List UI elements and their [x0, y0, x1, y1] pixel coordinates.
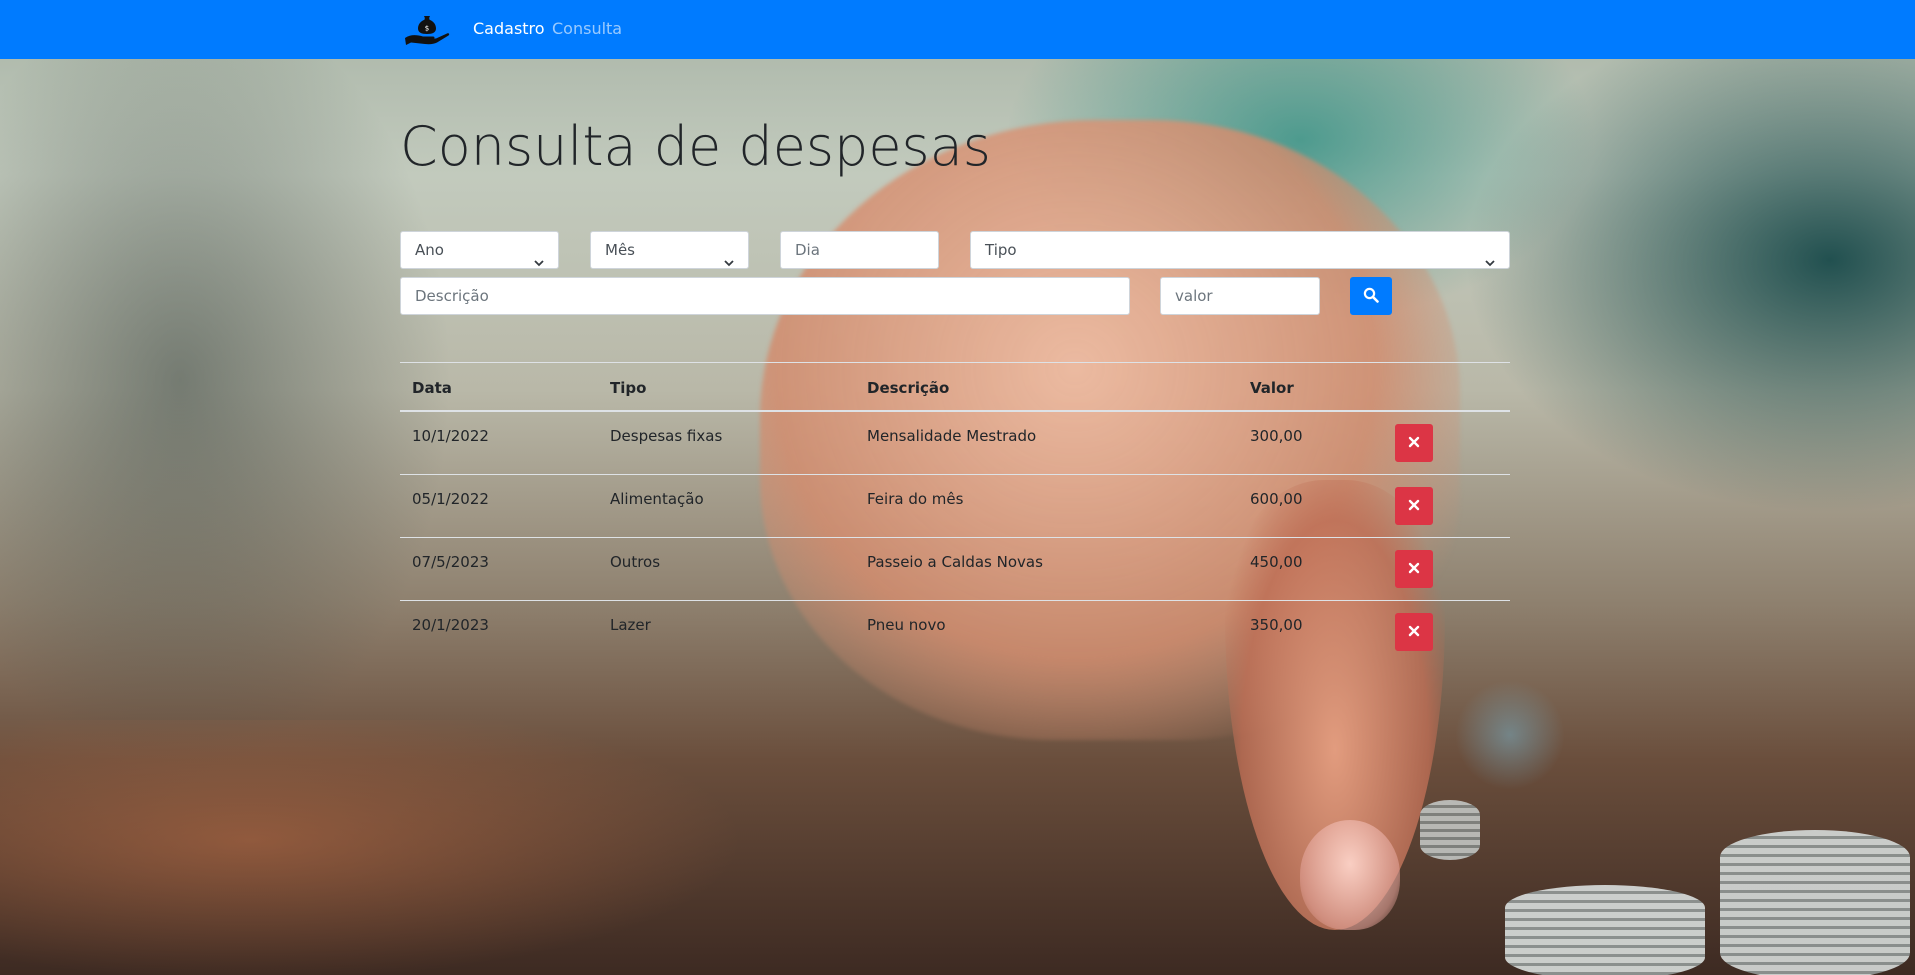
table-header: Data Tipo Descrição Valor	[400, 362, 1510, 412]
cell-descricao: Mensalidade Mestrado	[867, 427, 1037, 445]
tipo-select-value: Tipo	[985, 241, 1017, 259]
cell-valor: 600,00	[1250, 490, 1303, 508]
close-icon	[1408, 436, 1420, 451]
cell-tipo: Alimentação	[610, 490, 704, 508]
close-icon	[1408, 499, 1420, 514]
chevron-down-icon	[724, 245, 734, 267]
mes-select[interactable]: Mês	[590, 231, 749, 269]
ano-select-value: Ano	[415, 241, 444, 259]
delete-button[interactable]	[1395, 550, 1433, 588]
delete-button[interactable]	[1395, 613, 1433, 651]
table-row: 20/1/2023 Lazer Pneu novo 350,00	[400, 601, 1510, 664]
cell-tipo: Despesas fixas	[610, 427, 723, 445]
table-row: 07/5/2023 Outros Passeio a Caldas Novas …	[400, 538, 1510, 601]
search-button[interactable]	[1350, 277, 1392, 315]
close-icon	[1408, 562, 1420, 577]
table-row: 05/1/2022 Alimentação Feira do mês 600,0…	[400, 475, 1510, 538]
search-icon	[1363, 287, 1379, 306]
descricao-input[interactable]	[400, 277, 1130, 315]
header-descricao: Descrição	[867, 379, 950, 397]
table-row: 10/1/2022 Despesas fixas Mensalidade Mes…	[400, 412, 1510, 475]
nav-link-cadastro[interactable]: Cadastro	[473, 19, 545, 39]
background-coin-stack	[1720, 830, 1910, 975]
navbar: $ Cadastro Consulta	[0, 0, 1915, 59]
cell-descricao: Pneu novo	[867, 616, 946, 634]
background-fingernail	[1300, 820, 1400, 930]
cell-valor: 300,00	[1250, 427, 1303, 445]
dia-input[interactable]	[780, 231, 939, 269]
close-icon	[1408, 625, 1420, 640]
header-data: Data	[412, 379, 452, 397]
background-coin-stack	[1420, 800, 1480, 860]
cell-valor: 350,00	[1250, 616, 1303, 634]
cell-tipo: Lazer	[610, 616, 651, 634]
nav-link-consulta[interactable]: Consulta	[552, 19, 622, 39]
svg-text:$: $	[425, 25, 429, 33]
background-coin-stack	[1505, 885, 1705, 975]
cell-data: 20/1/2023	[412, 616, 489, 634]
delete-button[interactable]	[1395, 424, 1433, 462]
header-tipo: Tipo	[610, 379, 647, 397]
chevron-down-icon	[1485, 245, 1495, 267]
chevron-down-icon	[534, 245, 544, 267]
page-title: Consulta de despesas	[400, 115, 991, 178]
cell-data: 07/5/2023	[412, 553, 489, 571]
mes-select-value: Mês	[605, 241, 635, 259]
cell-valor: 450,00	[1250, 553, 1303, 571]
background-bokeh	[1455, 680, 1565, 790]
expenses-table: Data Tipo Descrição Valor 10/1/2022 Desp…	[400, 362, 1510, 664]
delete-button[interactable]	[1395, 487, 1433, 525]
cell-descricao: Passeio a Caldas Novas	[867, 553, 1043, 571]
money-bag-hand-icon[interactable]: $	[403, 10, 451, 48]
cell-tipo: Outros	[610, 553, 661, 571]
cell-data: 10/1/2022	[412, 427, 489, 445]
header-valor: Valor	[1250, 379, 1294, 397]
tipo-select[interactable]: Tipo	[970, 231, 1510, 269]
ano-select[interactable]: Ano	[400, 231, 559, 269]
valor-input[interactable]	[1160, 277, 1320, 315]
cell-descricao: Feira do mês	[867, 490, 964, 508]
cell-data: 05/1/2022	[412, 490, 489, 508]
